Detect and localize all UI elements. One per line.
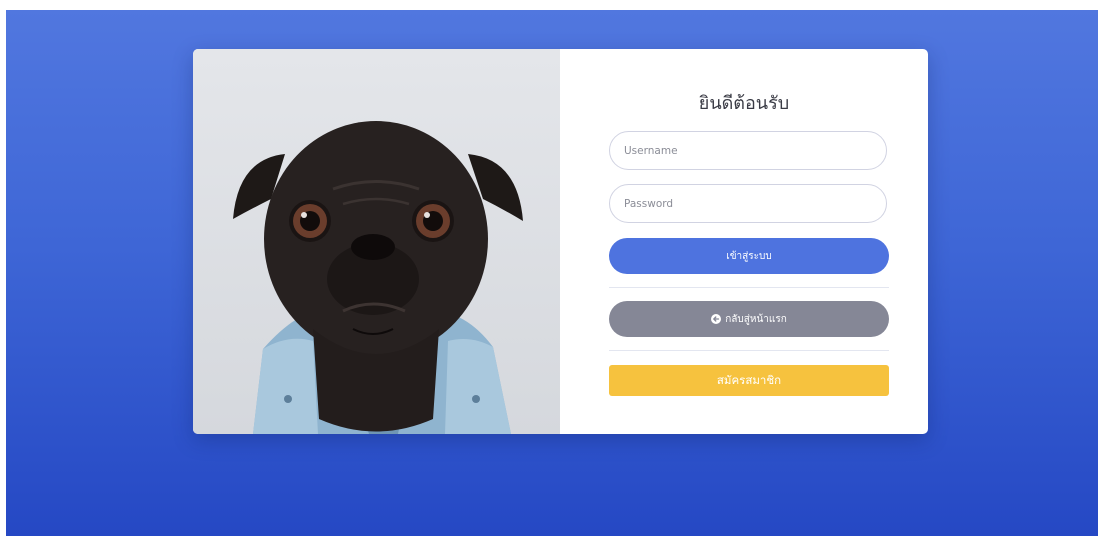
divider [609, 287, 889, 288]
page-background: ยินดีต้อนรับ เข้าสู่ระบบ กลับสู่หน้าแรก … [6, 10, 1098, 536]
welcome-title: ยินดีต้อนรับ [698, 93, 790, 114]
dog-photo [193, 49, 560, 434]
password-input[interactable] [609, 184, 887, 223]
username-input[interactable] [609, 131, 887, 170]
login-card: ยินดีต้อนรับ เข้าสู่ระบบ กลับสู่หน้าแรก … [193, 49, 928, 434]
login-form: ยินดีต้อนรับ เข้าสู่ระบบ กลับสู่หน้าแรก … [560, 49, 928, 434]
back-home-button[interactable]: กลับสู่หน้าแรก [609, 301, 889, 337]
register-button[interactable]: สมัครสมาชิก [609, 365, 889, 396]
divider [609, 350, 889, 351]
pug-illustration [233, 121, 523, 434]
register-button-label: สมัครสมาชิก [716, 372, 782, 387]
back-home-label: กลับสู่หน้าแรก [725, 313, 787, 325]
login-button[interactable]: เข้าสู่ระบบ [609, 238, 889, 274]
login-button-label: เข้าสู่ระบบ [726, 250, 772, 262]
arrow-circle-left-icon [711, 314, 722, 324]
